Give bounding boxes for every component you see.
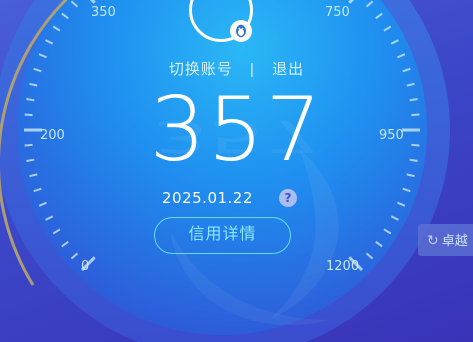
credit-score-value: 357 <box>149 78 324 181</box>
account-actions: 切换账号 | 退出 <box>0 58 473 79</box>
gauge-label-750: 750 <box>325 5 350 20</box>
score-date: 2025.01.22 <box>162 189 253 207</box>
qq-penguin-icon <box>230 20 252 42</box>
gauge-label-0: 0 <box>81 259 90 274</box>
gauge-label-1200: 1200 <box>326 259 360 274</box>
help-icon[interactable]: ? <box>279 189 297 207</box>
switch-account-link[interactable]: 切换账号 <box>169 61 233 78</box>
refresh-icon: ↻ <box>427 232 439 248</box>
credit-score-panel: 350 750 200 950 0 1200 切换账号 | 退出 357 357… <box>0 0 473 342</box>
separator: | <box>250 61 255 78</box>
side-floating-tab[interactable]: ↻ 卓越 <box>418 224 473 256</box>
logout-link[interactable]: 退出 <box>272 61 304 78</box>
side-tab-label: 卓越 <box>441 233 468 248</box>
credit-details-button[interactable]: 信用详情 <box>154 217 291 254</box>
gauge-label-350: 350 <box>91 5 116 20</box>
